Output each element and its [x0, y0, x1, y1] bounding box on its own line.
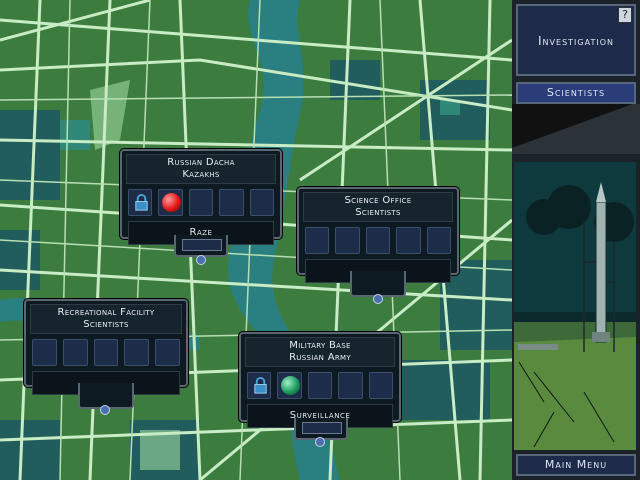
location-title: Military Base Russian Army — [245, 337, 395, 367]
rocket-launch-illustration — [514, 162, 636, 450]
help-button[interactable]: ? — [618, 7, 632, 23]
slot-3[interactable] — [188, 189, 214, 216]
confirm-button[interactable] — [302, 422, 342, 434]
map-pin[interactable] — [196, 255, 206, 265]
slot-4[interactable] — [124, 339, 150, 366]
slot-4[interactable] — [396, 227, 421, 254]
slot-2[interactable] — [158, 189, 183, 216]
slot-1[interactable] — [128, 189, 153, 216]
location-card-military-base[interactable]: Military Base Russian Army Surveillance — [239, 332, 401, 428]
map-pin[interactable] — [373, 294, 383, 304]
sidebar: Investigation ? Scientists Main Menu — [512, 0, 640, 480]
location-faction: Russian Army — [289, 352, 351, 363]
location-title: Science Office Scientists — [303, 192, 453, 222]
slot-3[interactable] — [93, 339, 119, 366]
location-card-russian-dacha[interactable]: Russian Dacha Kazakhs Raze — [120, 149, 282, 245]
slot-4[interactable] — [219, 189, 244, 216]
location-faction: Kazakhs — [182, 169, 220, 180]
location-card-recreational-facility[interactable]: Recreational Facility Scientists — [24, 299, 188, 395]
agent-slots — [122, 184, 280, 221]
map-pin[interactable] — [100, 405, 110, 415]
agent-slots — [241, 367, 399, 404]
agent-slots — [299, 222, 457, 259]
main-menu-button[interactable]: Main Menu — [516, 454, 636, 476]
location-faction: Scientists — [83, 319, 129, 330]
shadow-divider — [512, 104, 640, 154]
map-pin[interactable] — [315, 437, 325, 447]
slot-2[interactable] — [62, 339, 88, 366]
location-name: Military Base — [289, 340, 351, 351]
location-title: Recreational Facility Scientists — [30, 304, 182, 334]
faction-button[interactable]: Scientists — [516, 82, 636, 104]
slot-5[interactable] — [368, 372, 394, 399]
slot-1[interactable] — [305, 227, 330, 254]
faction-label: Scientists — [546, 86, 606, 99]
slot-5[interactable] — [155, 339, 180, 366]
location-card-science-office[interactable]: Science Office Scientists — [297, 187, 459, 283]
investigation-label: Investigation — [538, 34, 614, 48]
slot-5[interactable] — [249, 189, 275, 216]
slot-1[interactable] — [32, 339, 57, 366]
slot-2[interactable] — [335, 227, 360, 254]
red-agent-icon — [162, 193, 182, 212]
slot-5[interactable] — [426, 227, 452, 254]
slot-1[interactable] — [247, 372, 272, 399]
main-menu-label: Main Menu — [544, 458, 608, 471]
confirm-button[interactable] — [182, 239, 222, 251]
location-title: Russian Dacha Kazakhs — [126, 154, 276, 184]
slot-2[interactable] — [277, 372, 302, 399]
card-tab — [174, 235, 228, 257]
location-name: Science Office — [344, 195, 412, 206]
location-name: Recreational Facility — [57, 307, 155, 318]
slot-3[interactable] — [365, 227, 391, 254]
lock-icon — [135, 193, 148, 211]
slot-3[interactable] — [307, 372, 333, 399]
location-faction: Scientists — [355, 207, 401, 218]
green-agent-icon — [281, 376, 301, 395]
location-name: Russian Dacha — [167, 157, 235, 168]
agent-slots — [26, 334, 186, 371]
lock-icon — [254, 376, 267, 394]
slot-4[interactable] — [338, 372, 363, 399]
